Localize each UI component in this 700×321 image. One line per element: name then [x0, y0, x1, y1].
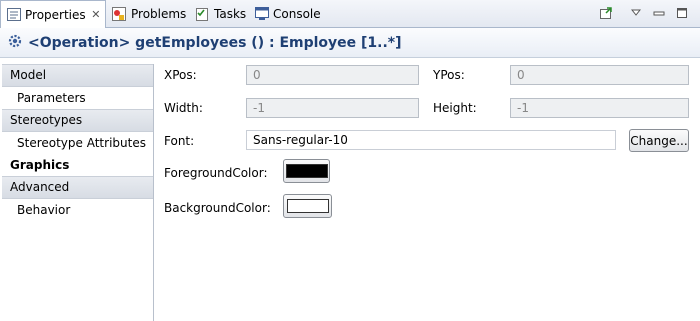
tab-tasks[interactable]: Tasks	[188, 0, 248, 27]
properties-title-bar: <Operation> getEmployees () : Employee […	[0, 28, 700, 58]
width-label: Width:	[164, 101, 203, 115]
tab-console-label: Console	[273, 6, 321, 21]
change-font-button[interactable]: Change...	[629, 129, 689, 152]
background-color-label: BackgroundColor:	[164, 201, 271, 215]
tab-problems[interactable]: Problems	[105, 0, 187, 27]
ypos-field[interactable]: 0	[510, 65, 689, 85]
sidebar-item-parameters[interactable]: Parameters	[2, 87, 153, 109]
font-label: Font:	[164, 134, 195, 148]
height-label: Height:	[433, 101, 477, 115]
foreground-color-label: ForegroundColor:	[164, 166, 268, 180]
graphics-panel: XPos: 0 YPos: 0 Width: -1 Height: -1 Fon…	[154, 58, 700, 321]
xpos-label: XPos:	[164, 68, 197, 82]
foreground-color-button[interactable]	[283, 159, 330, 183]
pin-icon[interactable]	[597, 4, 615, 22]
console-icon	[255, 6, 269, 22]
width-field[interactable]: -1	[246, 98, 419, 118]
minimize-icon[interactable]	[650, 4, 668, 22]
view-tab-bar: Properties ✕ Problems Tasks Console	[0, 0, 700, 28]
page-title: <Operation> getEmployees () : Employee […	[28, 34, 402, 51]
sidebar-item-stereotypes[interactable]: Stereotypes	[2, 109, 153, 132]
properties-icon	[7, 7, 21, 23]
operation-icon	[8, 34, 22, 52]
tasks-icon	[194, 6, 210, 22]
sidebar-item-graphics[interactable]: Graphics	[2, 154, 153, 176]
problems-icon	[111, 6, 127, 22]
background-color-swatch	[286, 199, 329, 213]
tab-properties-label: Properties	[25, 7, 86, 22]
properties-sidebar: Model Parameters Stereotypes Stereotype …	[2, 64, 154, 321]
sidebar-item-behavior[interactable]: Behavior	[2, 199, 153, 221]
tab-problems-label: Problems	[131, 6, 187, 21]
ypos-label: YPos:	[433, 68, 465, 82]
close-icon[interactable]: ✕	[91, 8, 101, 21]
sidebar-item-stereotype-attributes[interactable]: Stereotype Attributes	[2, 132, 153, 154]
height-field[interactable]: -1	[510, 98, 689, 118]
tab-tasks-label: Tasks	[214, 6, 247, 21]
foreground-color-swatch	[285, 164, 328, 178]
view-menu-icon[interactable]	[627, 4, 645, 22]
font-field[interactable]: Sans-regular-10	[246, 130, 616, 150]
background-color-button[interactable]	[283, 194, 332, 218]
maximize-icon[interactable]	[673, 4, 691, 22]
tab-properties[interactable]: Properties ✕	[0, 0, 106, 28]
sidebar-item-advanced[interactable]: Advanced	[2, 176, 153, 199]
tab-console[interactable]: Console	[249, 0, 321, 27]
sidebar-item-model[interactable]: Model	[2, 64, 153, 87]
xpos-field[interactable]: 0	[246, 65, 419, 85]
